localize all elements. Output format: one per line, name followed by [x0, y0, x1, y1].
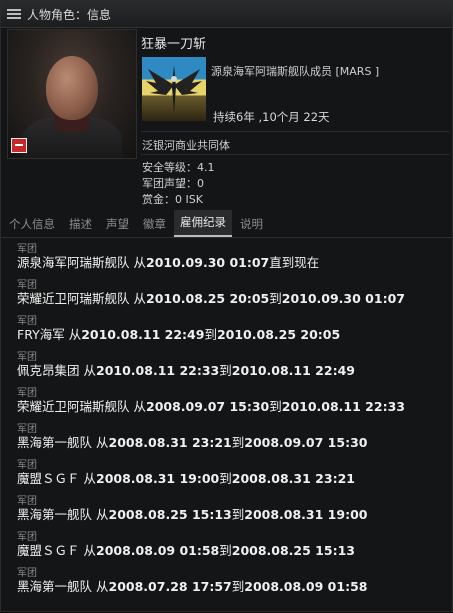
start-date: 2008.08.09 01:58	[96, 543, 220, 558]
entry-text: FRY海军 从2010.08.11 22:49到2010.08.25 20:05	[17, 324, 340, 343]
to-word: 到	[231, 435, 245, 450]
start-date: 2010.08.11 22:33	[96, 363, 220, 378]
from-word: 从	[96, 507, 109, 522]
security-status: 安全等级：4.1	[142, 161, 215, 174]
from-word: 从	[96, 435, 109, 450]
start-date: 2008.08.31 23:21	[108, 435, 232, 450]
window-titlebar[interactable]: 人物角色：信息	[1, 1, 452, 28]
alliance-name[interactable]: 泛银河商业共同体	[142, 137, 230, 153]
entry-text: 魔盟ＳＧＦ 从2008.08.31 19:00到2008.08.31 23:21	[17, 468, 355, 487]
start-date: 2010.08.11 22:49	[81, 327, 205, 342]
list-item[interactable]: 军团 源泉海军阿瑞斯舰队 从2010.09.30 01:07直到现在	[1, 239, 452, 275]
list-item[interactable]: 军团 荣耀近卫阿瑞斯舰队 从2010.08.25 20:05到2010.09.3…	[1, 275, 452, 311]
from-word: 从	[96, 579, 109, 594]
faction-standing: 军团声望：0	[142, 177, 204, 190]
end-date: 2010.08.11 22:33	[281, 399, 405, 414]
window-title: 人物角色：信息	[27, 7, 112, 22]
to-word: 到	[219, 543, 232, 558]
corp-name[interactable]: 黑海第一舰队	[17, 579, 92, 594]
start-date: 2008.07.28 17:57	[108, 579, 232, 594]
winged-emblem-icon	[146, 65, 202, 113]
corp-name[interactable]: 源泉海军阿瑞斯舰队	[17, 255, 130, 270]
employment-history-list[interactable]: 军团 源泉海军阿瑞斯舰队 从2010.09.30 01:07直到现在 军团 荣耀…	[1, 239, 452, 613]
from-word: 从	[83, 363, 97, 378]
end-date: 2008.08.09 01:58	[244, 579, 368, 594]
tab-bar: 个人信息 描述 声望 徽章 雇佣纪录 说明	[1, 210, 452, 238]
list-item[interactable]: 军团 荣耀近卫阿瑞斯舰队 从2008.09.07 15:30到2010.08.1…	[1, 383, 452, 419]
end-date: 2008.09.07 15:30	[244, 435, 368, 450]
to-word: 到	[204, 327, 217, 342]
start-date: 2010.09.30 01:07	[146, 255, 270, 270]
list-item[interactable]: 军团 佩克昂集团 从2010.08.11 22:33到2010.08.11 22…	[1, 347, 452, 383]
entry-text: 源泉海军阿瑞斯舰队 从2010.09.30 01:07直到现在	[17, 252, 319, 271]
to-word: 到	[219, 471, 232, 486]
to-word: 到	[231, 507, 245, 522]
portrait-face	[46, 56, 98, 120]
list-item[interactable]: 军团 黑海第一舰队 从2008.08.31 23:21到2008.09.07 1…	[1, 419, 452, 455]
end-date: 2010.09.30 01:07	[281, 291, 405, 306]
corp-name[interactable]: 荣耀近卫阿瑞斯舰队	[17, 291, 130, 306]
from-word: 从	[133, 399, 147, 414]
corp-name[interactable]: 佩克昂集团	[17, 363, 80, 378]
start-date: 2008.09.07 15:30	[146, 399, 270, 414]
entry-text: 魔盟ＳＧＦ 从2008.08.09 01:58到2008.08.25 15:13	[17, 540, 355, 559]
tab-notes[interactable]: 说明	[234, 212, 269, 237]
from-word: 从	[133, 291, 147, 306]
corporation-membership[interactable]: 源泉海军阿瑞斯舰队成员 [MARS ]	[211, 63, 379, 79]
from-word: 从	[83, 543, 97, 558]
start-date: 2010.08.25 20:05	[146, 291, 270, 306]
list-item[interactable]: 军团 FRY海军 从2010.08.11 22:49到2010.08.25 20…	[1, 311, 452, 347]
corp-name[interactable]: 魔盟ＳＧＦ	[17, 543, 80, 558]
end-date: 2008.08.25 15:13	[231, 543, 355, 558]
tab-standings[interactable]: 声望	[100, 212, 135, 237]
list-item[interactable]: 军团 魔盟ＳＧＦ 从2008.08.09 01:58到2008.08.25 15…	[1, 527, 452, 563]
corp-name[interactable]: 黑海第一舰队	[17, 507, 92, 522]
list-item[interactable]: 军团 黑海第一舰队 从2008.07.28 17:57到2008.08.09 0…	[1, 563, 452, 599]
corp-name[interactable]: 黑海第一舰队	[17, 435, 92, 450]
tab-employment-history[interactable]: 雇佣纪录	[174, 210, 232, 237]
to-word: 到	[269, 399, 282, 414]
tab-decorations[interactable]: 徽章	[137, 212, 172, 237]
start-date: 2008.08.25 15:13	[108, 507, 232, 522]
membership-duration: 持续6年 ,10个月 22天	[213, 110, 330, 124]
to-word: 直到现在	[269, 255, 320, 270]
corp-name[interactable]: 荣耀近卫阿瑞斯舰队	[17, 399, 130, 414]
from-word: 从	[83, 471, 97, 486]
divider	[141, 154, 449, 155]
entry-text: 佩克昂集团 从2010.08.11 22:33到2010.08.11 22:49	[17, 360, 355, 379]
list-item[interactable]: 军团 魔盟ＳＧＦ 从2008.08.31 19:00到2008.08.31 23…	[1, 455, 452, 491]
end-date: 2010.08.11 22:49	[231, 363, 355, 378]
entry-text: 黑海第一舰队 从2008.08.31 23:21到2008.09.07 15:3…	[17, 432, 367, 451]
entry-text: 荣耀近卫阿瑞斯舰队 从2008.09.07 15:30到2010.08.11 2…	[17, 396, 405, 415]
corp-name[interactable]: FRY海军	[17, 327, 65, 342]
bounty: 赏金：0 ISK	[142, 193, 203, 206]
standing-minus-icon[interactable]	[11, 138, 27, 153]
to-word: 到	[269, 291, 282, 306]
tab-personal-info[interactable]: 个人信息	[3, 212, 61, 237]
from-word: 从	[68, 327, 82, 342]
entry-text: 黑海第一舰队 从2008.07.28 17:57到2008.08.09 01:5…	[17, 576, 367, 595]
entry-text: 荣耀近卫阿瑞斯舰队 从2010.08.25 20:05到2010.09.30 0…	[17, 288, 405, 307]
start-date: 2008.08.31 19:00	[96, 471, 220, 486]
entry-text: 黑海第一舰队 从2008.08.25 15:13到2008.08.31 19:0…	[17, 504, 367, 523]
menu-icon[interactable]	[7, 9, 21, 19]
corporation-logo[interactable]	[142, 57, 206, 121]
corp-name[interactable]: 魔盟ＳＧＦ	[17, 471, 80, 486]
divider	[141, 131, 449, 132]
end-date: 2008.08.31 19:00	[244, 507, 368, 522]
end-date: 2008.08.31 23:21	[231, 471, 355, 486]
character-info-window: 人物角色：信息 狂暴一刀斩 源泉海军阿瑞斯舰队成员 [MARS ] 持续6年 ,…	[0, 0, 453, 612]
end-date: 2010.08.25 20:05	[216, 327, 341, 342]
from-word: 从	[133, 255, 147, 270]
tab-description[interactable]: 描述	[63, 212, 98, 237]
list-item[interactable]: 军团 黑海第一舰队 从2008.08.25 15:13到2008.08.31 1…	[1, 491, 452, 527]
to-word: 到	[219, 363, 232, 378]
to-word: 到	[231, 579, 245, 594]
character-name: 狂暴一刀斩	[141, 37, 207, 52]
